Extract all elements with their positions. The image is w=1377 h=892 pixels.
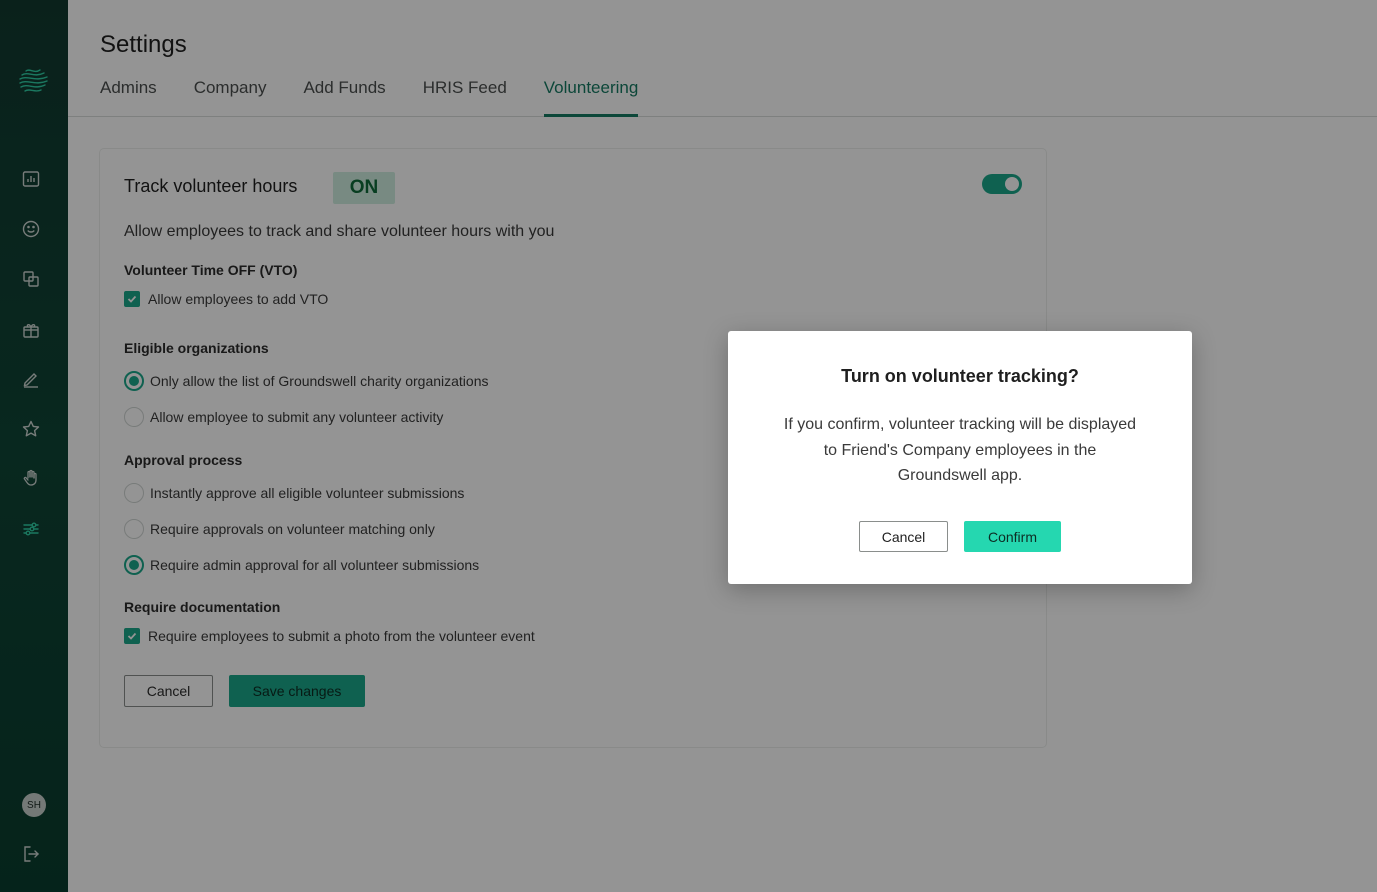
- dialog-confirm-button[interactable]: Confirm: [964, 521, 1061, 552]
- dialog-title: Turn on volunteer tracking?: [841, 366, 1079, 386]
- dialog-body-line: Groundswell app.: [897, 467, 1023, 484]
- dialog-cancel-button[interactable]: Cancel: [859, 521, 948, 552]
- confirm-dialog: Turn on volunteer tracking? If you confi…: [728, 331, 1192, 584]
- dialog-body-line: to Friend's Company employees in the: [823, 441, 1097, 459]
- dialog-body-line: If you confirm, volunteer tracking will …: [783, 416, 1137, 433]
- dialog-body: If you confirm, volunteer tracking will …: [766, 412, 1154, 489]
